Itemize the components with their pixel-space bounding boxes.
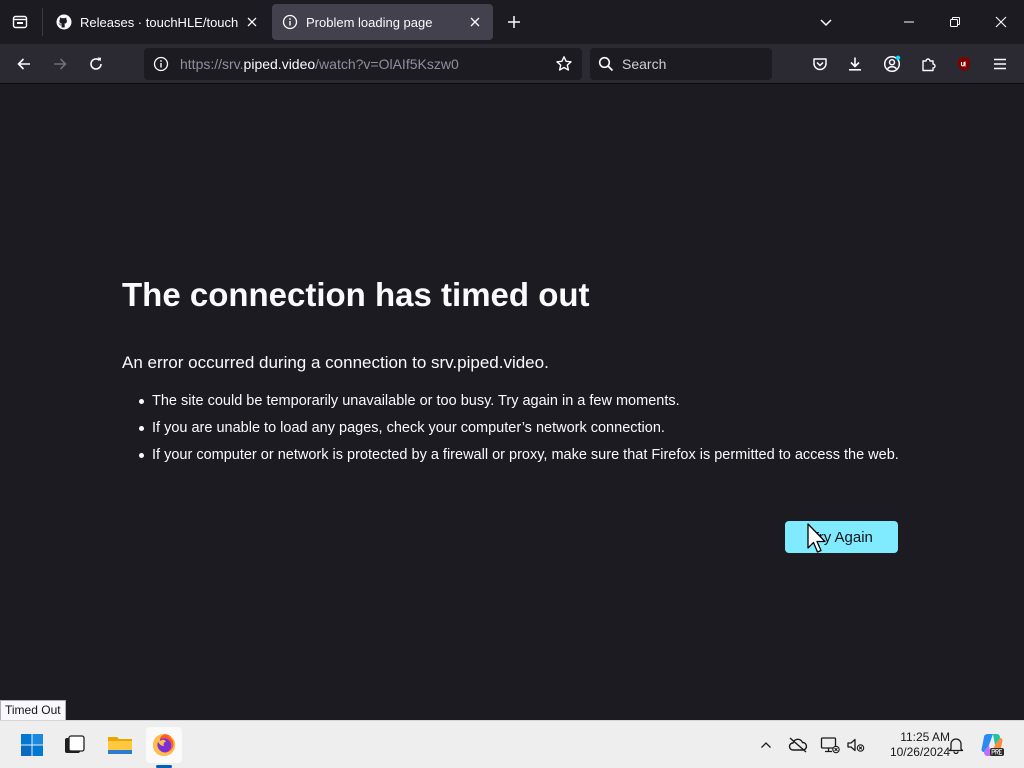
close-tab-icon[interactable] (467, 14, 483, 30)
show-hidden-icons-button[interactable] (756, 735, 776, 755)
network-tray-icon[interactable] (820, 735, 840, 755)
list-item: If your computer or network is protected… (139, 445, 902, 465)
copilot-button[interactable] (980, 733, 1004, 757)
download-icon (849, 57, 861, 71)
error-page: The connection has timed out An error oc… (0, 85, 1024, 720)
tab-separator (42, 8, 43, 36)
url-bar[interactable]: https://srv.piped.video/watch?v=OlAIf5Ks… (144, 48, 582, 80)
list-all-tabs-button[interactable] (812, 8, 840, 36)
info-icon (282, 14, 298, 30)
firefox-view-button[interactable] (6, 8, 34, 36)
url-host: piped.video (243, 56, 316, 72)
tab-releases[interactable]: Releases · touchHLE/touchHLE (46, 4, 270, 40)
reload-icon (90, 57, 102, 70)
taskbar-clock[interactable]: 11:25 AM 10/26/2024 (872, 730, 950, 760)
clock-time: 11:25 AM (900, 730, 950, 744)
tab-title: Releases · touchHLE/touchHLE (80, 14, 238, 30)
search-icon (598, 56, 614, 72)
search-bar[interactable]: Search (590, 48, 772, 80)
try-again-button[interactable]: Try Again (785, 521, 898, 553)
reload-button[interactable] (82, 50, 110, 78)
close-window-button[interactable] (987, 8, 1015, 36)
clock-date: 10/26/2024 (889, 745, 950, 759)
url-path: /watch?v=OlAIf5Kszw0 (315, 56, 459, 72)
forward-button[interactable] (46, 50, 74, 78)
start-button[interactable] (14, 727, 50, 763)
bookmark-star-icon[interactable] (554, 54, 574, 74)
tab-problem-loading[interactable]: Problem loading page (272, 4, 493, 40)
puzzle-icon (922, 58, 936, 72)
back-arrow-icon (17, 58, 30, 70)
url-text[interactable]: https://srv.piped.video/watch?v=OlAIf5Ks… (180, 56, 459, 72)
bell-icon (948, 738, 964, 754)
close-icon (995, 16, 1007, 28)
account-icon (883, 55, 901, 73)
pocket-button[interactable] (806, 50, 834, 78)
volume-tray-icon[interactable] (846, 735, 866, 755)
firefox-icon (153, 733, 176, 756)
firefox-taskbar-button[interactable] (146, 727, 182, 763)
file-explorer-button[interactable] (102, 727, 138, 763)
extensions-button[interactable] (914, 50, 942, 78)
error-intro: An error occurred during a connection to… (122, 353, 549, 372)
url-prefix: https://srv. (180, 56, 244, 72)
search-placeholder: Search (622, 56, 667, 72)
navigation-toolbar: https://srv.piped.video/watch?v=OlAIf5Ks… (0, 44, 1024, 84)
forward-arrow-icon (54, 58, 67, 70)
notifications-button[interactable] (946, 735, 966, 755)
chevron-up-icon (761, 742, 771, 748)
ublock-origin-button[interactable] (950, 50, 978, 78)
tab-title: Problem loading page (306, 14, 433, 30)
minimize-icon (904, 21, 914, 23)
restore-icon (950, 17, 960, 27)
new-tab-button[interactable] (502, 10, 526, 34)
windows-start-icon (21, 734, 43, 756)
app-menu-button[interactable] (986, 50, 1014, 78)
chevron-down-icon (820, 19, 832, 27)
account-button[interactable] (878, 50, 906, 78)
plus-icon (508, 16, 520, 28)
task-view-icon (65, 735, 85, 753)
error-title: The connection has timed out (122, 276, 590, 313)
github-icon (56, 14, 72, 30)
minimize-button[interactable] (895, 8, 923, 36)
close-tab-icon[interactable] (244, 14, 260, 30)
firefox-view-icon (12, 15, 28, 29)
tab-strip: Releases · touchHLE/touchHLE Problem loa… (0, 0, 1024, 44)
status-panel: Timed Out (0, 700, 66, 721)
mouse-pointer-icon (807, 523, 826, 553)
error-suggestions-list: The site could be temporarily unavailabl… (139, 391, 902, 472)
downloads-button[interactable] (841, 50, 869, 78)
hamburger-menu-icon (994, 58, 1006, 70)
copilot-pre-icon (981, 734, 1004, 756)
onedrive-tray-icon[interactable] (788, 735, 808, 755)
list-item: If you are unable to load any pages, che… (139, 418, 902, 438)
site-info-icon[interactable] (146, 56, 176, 72)
back-button[interactable] (10, 50, 38, 78)
task-view-button[interactable] (56, 727, 92, 763)
restore-button[interactable] (941, 8, 969, 36)
list-item: The site could be temporarily unavailabl… (139, 391, 902, 411)
pocket-icon (813, 58, 827, 71)
ublock-origin-icon (958, 57, 970, 71)
taskbar: 11:25 AM 10/26/2024 (0, 720, 1024, 768)
file-explorer-icon (108, 737, 132, 754)
